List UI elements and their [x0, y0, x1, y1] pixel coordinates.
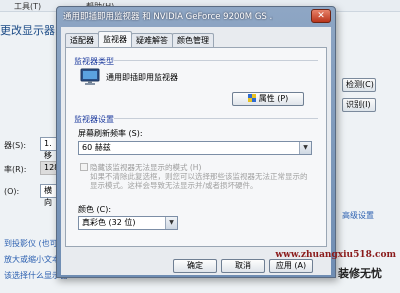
monitor-properties-dialog: 通用即插即用监视器 和 NVIDIA GeForce 9200M GS ... …: [56, 6, 336, 278]
refresh-rate-label: 屏幕刷新频率 (S):: [78, 129, 143, 138]
tab-monitor[interactable]: 监视器: [98, 31, 132, 47]
monitor-settings-group-title: 监视器设置: [74, 115, 114, 124]
dialog-title: 通用即插即用监视器 和 NVIDIA GeForce 9200M GS ...: [63, 12, 273, 22]
close-button[interactable]: ✕: [311, 9, 331, 23]
hide-modes-checkbox[interactable]: [80, 163, 88, 171]
watermark-url: www.zhuangxiu518.com: [275, 250, 396, 260]
properties-label: 属性 (P): [258, 94, 289, 103]
close-icon: ✕: [317, 11, 325, 21]
chevron-down-icon: ▼: [165, 217, 177, 229]
apply-button[interactable]: 应用 (A): [269, 259, 313, 273]
refresh-rate-select[interactable]: 60 赫兹 ▼: [78, 141, 312, 155]
colors-value: 真彩色 (32 位): [82, 218, 136, 227]
hide-modes-label: 隐藏该监视器无法显示的模式 (H): [90, 163, 202, 172]
monitor-tab-panel: 监视器类型 通用即插即用监视器 属性 (P) 监视器设置 屏幕刷新频率 (S):…: [65, 47, 327, 247]
detect-button[interactable]: 检测(C): [342, 78, 376, 92]
projector-link[interactable]: 到投影仪 (也可: [4, 238, 58, 249]
refresh-rate-value: 60 赫兹: [82, 143, 111, 152]
properties-button[interactable]: 属性 (P): [232, 92, 304, 106]
colors-select[interactable]: 真彩色 (32 位) ▼: [78, 216, 178, 230]
monitor-type-group-title: 监视器类型: [74, 57, 114, 66]
chevron-down-icon: ▼: [299, 142, 311, 154]
monitor-name: 通用即插即用监视器: [106, 73, 178, 82]
hide-modes-description: 如果不清除此复选框，则您可以选择那些该监视器无法正常显示的显示模式。这样会导致无…: [90, 172, 308, 190]
ok-button[interactable]: 确定: [173, 259, 217, 273]
cancel-button[interactable]: 取消: [221, 259, 265, 273]
menu-tools[interactable]: 工具(T): [14, 1, 41, 12]
tab-strip: 适配器 监视器 疑难解答 颜色管理: [65, 31, 214, 47]
resolution-label: 率(R):: [4, 165, 27, 174]
display-label: 器(S):: [4, 141, 27, 150]
monitor-type-divider: [114, 60, 318, 61]
monitor-settings-divider: [114, 118, 318, 119]
tab-troubleshoot[interactable]: 疑难解答: [131, 33, 173, 47]
tab-color-management[interactable]: 颜色管理: [172, 33, 214, 47]
identify-button[interactable]: 识别(I): [342, 98, 376, 112]
monitor-icon: [80, 68, 100, 85]
dialog-body: 适配器 监视器 疑难解答 颜色管理 监视器类型 通用即插即用监视器 属性 (P)…: [61, 27, 331, 275]
orientation-label: (O):: [4, 187, 20, 196]
shield-icon: [247, 94, 256, 102]
advanced-settings-link[interactable]: 高级设置: [342, 210, 374, 221]
tab-adapter[interactable]: 适配器: [65, 33, 99, 47]
watermark-name: 装修无忧: [338, 267, 382, 280]
colors-label: 颜色 (C):: [78, 205, 112, 214]
